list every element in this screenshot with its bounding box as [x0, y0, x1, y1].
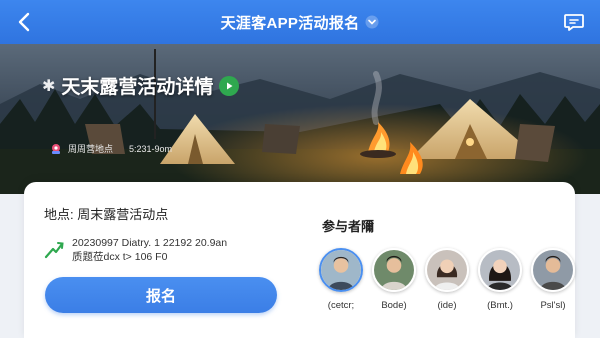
banner-location: 周周营地点 5:231-9om — [50, 142, 172, 155]
participants-title: 参与者隬 — [322, 219, 375, 234]
event-date-line-2: 质题莅dcx t> 106 F0 — [72, 251, 168, 263]
avatar — [531, 248, 575, 292]
chat-icon[interactable] — [562, 10, 586, 34]
title-dropdown[interactable]: 天涯客APP活动报名 — [221, 12, 380, 33]
participant-item[interactable]: (ide) — [425, 248, 469, 311]
avatar — [478, 248, 522, 292]
page-title: 天涯客APP活动报名 — [220, 14, 360, 32]
participant-item[interactable]: (cetcr; — [319, 248, 363, 311]
chevron-down-icon — [365, 15, 379, 29]
participants-list: (cetcr; Bode) (ide) (Bmt.) Psl'sl) — [319, 248, 575, 311]
trend-arrow-icon — [44, 242, 64, 259]
participant-item[interactable]: (Bmt.) — [478, 248, 522, 311]
hero-banner: ✱ 天末露营活动详情 周周营地点 5:231-9om — [0, 44, 600, 194]
event-location: 地点: 周末露营活动点 — [44, 207, 169, 222]
participant-name: (cetcr; — [327, 300, 355, 311]
back-arrow-icon[interactable] — [14, 11, 36, 33]
participant-item[interactable]: Bode) — [372, 248, 416, 311]
participant-name: Bode) — [381, 300, 407, 311]
participant-item[interactable]: Psl'sl) — [531, 248, 575, 311]
participant-name: Psl'sl) — [540, 300, 566, 311]
avatar — [425, 248, 469, 292]
participant-name: (ide) — [437, 300, 457, 311]
top-app-bar: 天涯客APP活动报名 — [0, 0, 600, 44]
banner-location-label: 周周营地点 — [68, 144, 114, 154]
location-pin-icon — [52, 143, 60, 154]
event-date-block: 20230997 Diatry. 1 22192 20.9an 质题莅dcx t… — [44, 236, 227, 264]
sparkle-icon: ✱ — [42, 77, 56, 95]
event-date-line-1: 20230997 Diatry. 1 22192 20.9an — [72, 237, 228, 249]
avatar — [319, 248, 363, 292]
signup-button[interactable]: 报名 — [45, 277, 277, 313]
play-icon[interactable] — [219, 75, 240, 96]
banner-title-text: 天末露营活动详情 — [61, 77, 214, 98]
banner-title: ✱ 天末露营活动详情 — [42, 72, 240, 99]
banner-time: 5:231-9om — [129, 143, 173, 154]
camping-scene-image — [0, 44, 600, 194]
participant-name: (Bmt.) — [487, 300, 513, 311]
event-info-card: 地点: 周末露营活动点 20230997 Diatry. 1 22192 20.… — [24, 182, 575, 338]
avatar — [372, 248, 416, 292]
